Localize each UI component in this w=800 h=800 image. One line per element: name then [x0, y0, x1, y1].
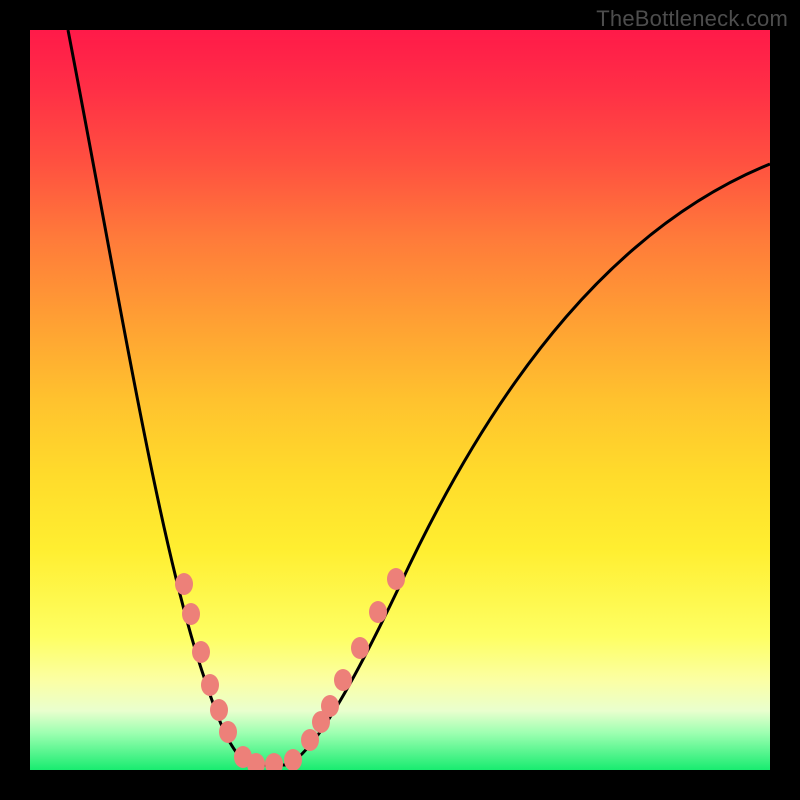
data-marker — [192, 641, 210, 663]
data-marker — [210, 699, 228, 721]
plot-area — [30, 30, 770, 770]
data-marker — [219, 721, 237, 743]
data-marker — [182, 603, 200, 625]
curve-overlay — [30, 30, 770, 770]
data-marker — [369, 601, 387, 623]
marker-group — [175, 568, 405, 770]
data-marker — [334, 669, 352, 691]
data-marker — [387, 568, 405, 590]
data-marker — [175, 573, 193, 595]
data-marker — [351, 637, 369, 659]
data-marker — [321, 695, 339, 717]
data-marker — [265, 753, 283, 770]
chart-frame: TheBottleneck.com — [0, 0, 800, 800]
data-marker — [201, 674, 219, 696]
bottleneck-curve — [68, 30, 770, 765]
watermark-text: TheBottleneck.com — [596, 6, 788, 32]
data-marker — [284, 749, 302, 770]
data-marker — [301, 729, 319, 751]
